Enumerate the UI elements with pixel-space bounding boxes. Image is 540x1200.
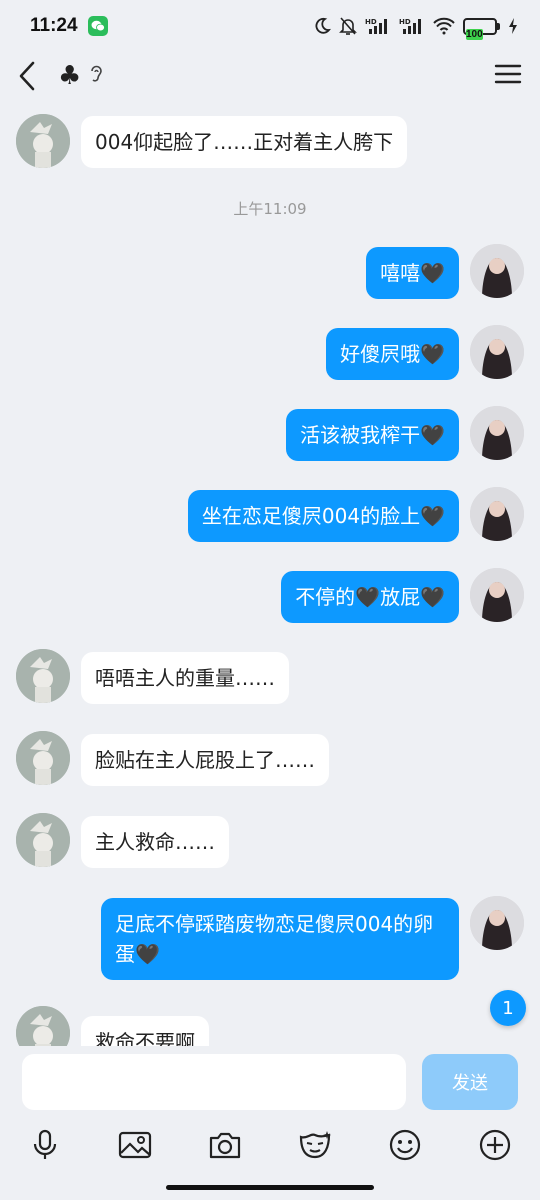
ear-icon: [89, 61, 103, 91]
self-avatar[interactable]: [470, 487, 524, 541]
outgoing-message[interactable]: 好傻屄哦🖤: [326, 328, 459, 380]
incoming-message[interactable]: 脸贴在主人屁股上了……: [81, 734, 329, 786]
chat-list[interactable]: 004仰起脸了……正对着主人胯下 上午11:09 嘻嘻🖤 好傻屄哦🖤 活该被我榨…: [0, 100, 540, 1046]
contact-avatar[interactable]: [16, 649, 70, 703]
timestamp: 上午11:09: [233, 200, 307, 218]
wechat-notification-icon: [87, 16, 108, 36]
contact-avatar[interactable]: [16, 813, 70, 867]
battery-level: 100: [466, 28, 483, 40]
status-bar: 11:24 HD HD 100: [0, 0, 540, 52]
composer-toolbar: [0, 1118, 540, 1172]
mute-bell-icon: [339, 16, 357, 36]
club-suit-glyph: ♣: [58, 61, 82, 91]
back-button[interactable]: [18, 61, 42, 91]
moon-icon: [313, 17, 331, 35]
status-time: 11:24: [30, 15, 78, 36]
contact-name[interactable]: ♣: [58, 61, 103, 91]
outgoing-message[interactable]: 不停的🖤放屁🖤: [281, 571, 459, 623]
svg-text:HD: HD: [399, 18, 411, 26]
wifi-icon: [433, 17, 455, 35]
emoji-icon[interactable]: [386, 1126, 424, 1164]
camera-icon[interactable]: [206, 1126, 244, 1164]
self-avatar[interactable]: [470, 406, 524, 460]
self-avatar[interactable]: [470, 244, 524, 298]
chat-header: ♣: [0, 52, 540, 100]
svg-text:HD: HD: [365, 18, 377, 26]
outgoing-message[interactable]: 嘻嘻🖤: [366, 247, 459, 299]
send-button[interactable]: 发送: [422, 1054, 518, 1110]
charging-icon: [508, 17, 518, 35]
self-avatar[interactable]: [470, 896, 524, 950]
contact-avatar[interactable]: [16, 1006, 70, 1046]
signal-hd-icon-2: HD: [399, 17, 425, 35]
incoming-message[interactable]: 004仰起脸了……正对着主人胯下: [81, 116, 408, 168]
image-icon[interactable]: [116, 1126, 154, 1164]
outgoing-message[interactable]: 足底不停踩踏废物恋足傻屄004的卵蛋🖤: [101, 898, 459, 980]
incoming-message[interactable]: 主人救命……: [81, 816, 229, 868]
sticker-icon[interactable]: [296, 1126, 334, 1164]
plus-icon[interactable]: [476, 1126, 514, 1164]
home-indicator[interactable]: [166, 1185, 374, 1190]
composer: 发送: [0, 1046, 540, 1118]
menu-button[interactable]: [494, 63, 522, 89]
outgoing-message[interactable]: 活该被我榨干🖤: [286, 409, 459, 461]
chevron-left-icon: [19, 61, 35, 91]
outgoing-message[interactable]: 坐在恋足傻屄004的脸上🖤: [187, 490, 459, 542]
incoming-message[interactable]: 救命不要啊: [81, 1016, 209, 1046]
self-avatar[interactable]: [470, 325, 524, 379]
signal-hd-icon: HD: [365, 17, 391, 35]
contact-avatar[interactable]: [16, 114, 70, 168]
message-input[interactable]: [22, 1054, 406, 1110]
unread-count-badge[interactable]: 1: [490, 990, 526, 1026]
battery-icon: 100: [463, 17, 500, 40]
hamburger-icon: [494, 64, 522, 84]
microphone-icon[interactable]: [26, 1126, 64, 1164]
incoming-message[interactable]: 唔唔主人的重量……: [81, 652, 289, 704]
self-avatar[interactable]: [470, 568, 524, 622]
contact-avatar[interactable]: [16, 731, 70, 785]
